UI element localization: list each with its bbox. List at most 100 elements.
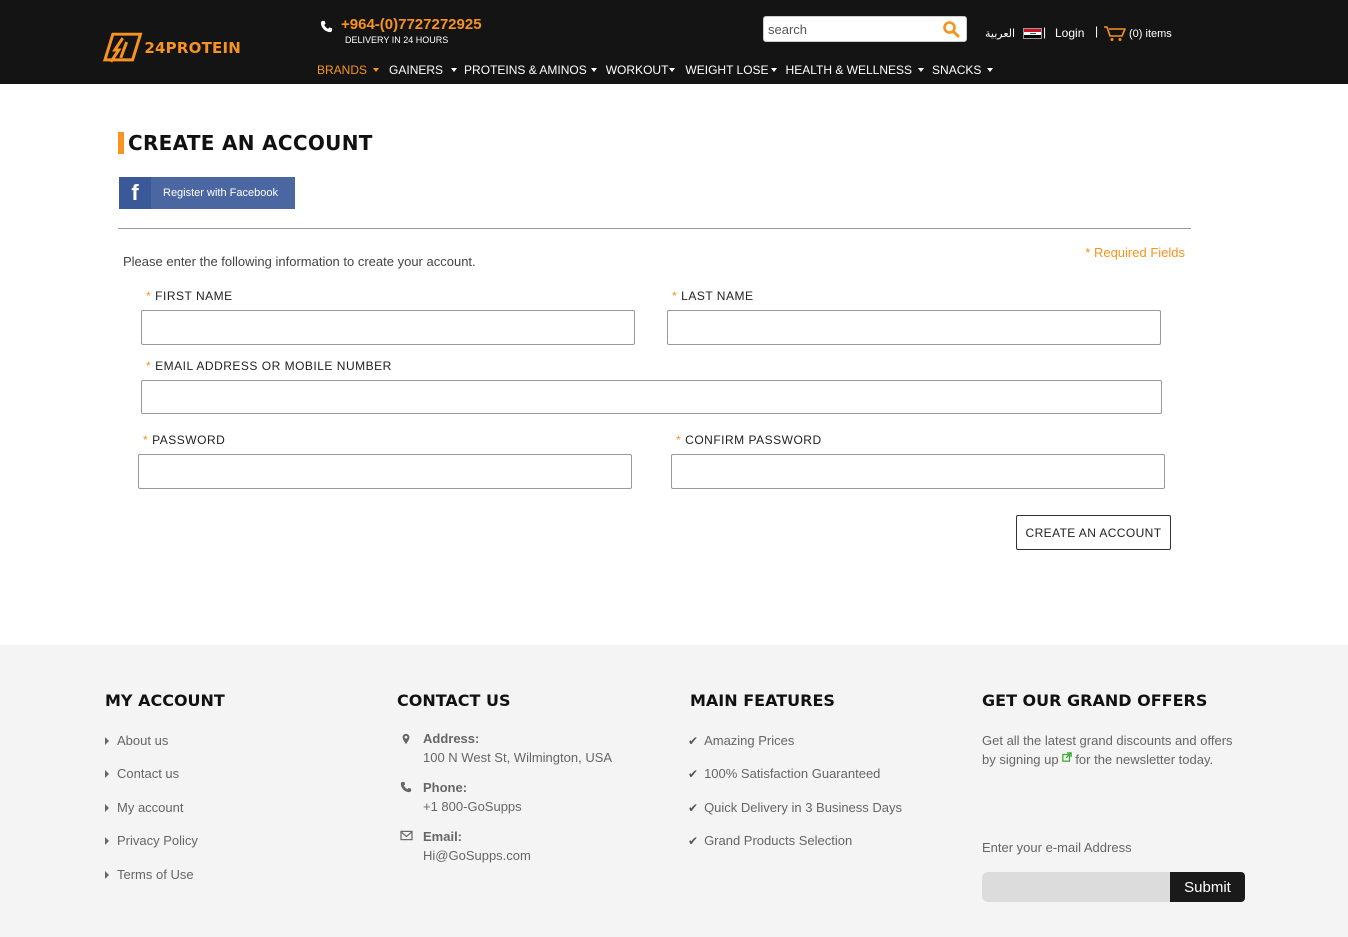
link-text: About us <box>117 733 169 748</box>
create-account-button[interactable]: CREATE AN ACCOUNT <box>1016 515 1171 550</box>
nav-label: HEALTH & WELLNESS <box>785 63 913 77</box>
address-value: 100 N West St, Wilmington, USA <box>423 750 613 765</box>
feature-item: ✔ 100% Satisfaction Guaranteed <box>688 766 880 781</box>
language-label: العربية <box>985 28 1016 40</box>
link-text: My account <box>117 800 184 815</box>
footer-link-my-account[interactable]: My account <box>105 800 183 815</box>
nav-label: BRANDS <box>317 63 368 77</box>
nav-item-proteins-aminos[interactable]: PROTEINS & AMINOS <box>464 63 597 77</box>
form-intro: Please enter the following information t… <box>123 254 476 269</box>
map-pin-icon <box>400 732 414 746</box>
cart-icon <box>1104 26 1126 41</box>
confirm-password-label: * CONFIRM PASSWORD <box>676 433 822 447</box>
email-title: Email: <box>423 829 463 844</box>
label-text: PASSWORD <box>152 433 226 447</box>
email-value[interactable]: Hi@GoSupps.com <box>423 848 531 863</box>
facebook-icon: f <box>119 177 151 209</box>
site-footer: MY ACCOUNT About us Contact us My accoun… <box>0 645 1348 937</box>
envelope-icon <box>400 830 414 844</box>
nav-item-workout[interactable]: WORKOUT <box>606 63 676 77</box>
link-text: Privacy Policy <box>117 833 198 848</box>
feature-item: ✔ Grand Products Selection <box>688 833 852 848</box>
offer-description: Get all the latest grand discounts and o… <box>982 731 1242 769</box>
title-accent-bar <box>118 132 124 154</box>
label-text: FIRST NAME <box>155 289 233 303</box>
separator: | <box>1095 24 1099 38</box>
required-asterisk: * <box>146 289 152 303</box>
check-icon: ✔ <box>688 800 699 815</box>
main-nav: BRANDS GAINERS PROTEINS & AMINOS WORKOUT… <box>317 63 1002 77</box>
external-link-icon[interactable] <box>1062 752 1075 765</box>
caret-right-icon <box>105 836 109 845</box>
caret-down-icon <box>770 68 777 72</box>
cart-link[interactable]: (0) items <box>1103 25 1172 42</box>
page-title: CREATE AN ACCOUNT <box>128 131 373 155</box>
label-text: EMAIL ADDRESS OR MOBILE NUMBER <box>155 359 392 373</box>
nav-label: PROTEINS & AMINOS <box>464 63 587 77</box>
caret-right-icon <box>105 803 109 812</box>
phone-icon <box>400 781 414 795</box>
first-name-input[interactable] <box>141 310 635 345</box>
footer-link-contact[interactable]: Contact us <box>105 766 179 781</box>
email-label: * EMAIL ADDRESS OR MOBILE NUMBER <box>146 359 392 373</box>
offer-text-after: for the newsletter today. <box>1075 752 1214 767</box>
caret-right-icon <box>105 736 109 745</box>
search-input[interactable] <box>768 20 938 38</box>
nav-label: WEIGHT LOSE <box>685 63 769 77</box>
first-name-label: * FIRST NAME <box>146 289 233 303</box>
page-title-wrap: CREATE AN ACCOUNT <box>118 131 373 155</box>
confirm-password-input[interactable] <box>671 454 1165 489</box>
facebook-register-button[interactable]: f Register with Facebook <box>119 177 295 209</box>
required-asterisk: * <box>676 433 682 447</box>
newsletter-email-input[interactable] <box>982 872 1172 902</box>
language-switch[interactable]: العربية <box>985 27 1043 40</box>
required-fields-note: * Required Fields <box>1085 245 1185 260</box>
newsletter-email-label: Enter your e-mail Address <box>982 840 1132 855</box>
logo-icon <box>102 32 143 63</box>
delivery-note: DELIVERY IN 24 HOURS <box>345 35 449 45</box>
nav-item-brands[interactable]: BRANDS <box>317 63 380 77</box>
check-icon: ✔ <box>688 766 699 781</box>
feature-item: ✔ Amazing Prices <box>688 733 794 748</box>
link-text: Terms of Use <box>117 867 194 882</box>
newsletter-submit-button[interactable]: Submit <box>1170 872 1245 902</box>
nav-item-snacks[interactable]: SNACKS <box>932 63 994 77</box>
last-name-input[interactable] <box>667 310 1161 345</box>
required-asterisk: * <box>146 359 152 373</box>
caret-down-icon <box>918 68 925 72</box>
nav-label: WORKOUT <box>605 63 669 77</box>
footer-heading-my-account: MY ACCOUNT <box>105 691 225 710</box>
nav-item-gainers[interactable]: GAINERS <box>389 63 458 77</box>
caret-down-icon <box>373 68 380 72</box>
cart-count: (0) items <box>1129 27 1172 40</box>
feature-text: Quick Delivery in 3 Business Days <box>704 800 903 815</box>
nav-item-weight-lose[interactable]: WEIGHT LOSE <box>685 63 777 77</box>
site-logo[interactable]: 24PROTEIN <box>101 30 241 66</box>
footer-link-privacy[interactable]: Privacy Policy <box>105 833 198 848</box>
email-input[interactable] <box>141 380 1162 414</box>
facebook-register-label: Register with Facebook <box>163 187 278 199</box>
password-label: * PASSWORD <box>143 433 225 447</box>
phone-value[interactable]: +1 800-GoSupps <box>423 799 522 814</box>
login-link[interactable]: Login <box>1055 26 1084 40</box>
caret-right-icon <box>105 870 109 879</box>
footer-link-terms[interactable]: Terms of Use <box>105 867 194 882</box>
nav-label: GAINERS <box>389 63 444 77</box>
phone-title: Phone: <box>423 780 468 795</box>
required-asterisk: * <box>143 433 149 447</box>
check-icon: ✔ <box>688 733 699 748</box>
caret-down-icon <box>669 68 676 72</box>
footer-heading-contact: CONTACT US <box>397 691 511 710</box>
check-icon: ✔ <box>688 833 699 848</box>
nav-item-health-wellness[interactable]: HEALTH & WELLNESS <box>785 63 925 77</box>
label-text: CONFIRM PASSWORD <box>685 433 822 447</box>
password-input[interactable] <box>138 454 632 489</box>
site-header: 24PROTEIN +964-(0)7727272925 DELIVERY IN… <box>0 0 1348 84</box>
link-text: Contact us <box>117 766 180 781</box>
feature-text: Grand Products Selection <box>704 833 853 848</box>
iraq-flag-icon <box>1023 28 1043 39</box>
search-icon[interactable] <box>942 20 960 38</box>
feature-text: 100% Satisfaction Guaranteed <box>704 766 881 781</box>
phone-number[interactable]: +964-(0)7727272925 <box>341 16 482 33</box>
footer-link-about[interactable]: About us <box>105 733 168 748</box>
